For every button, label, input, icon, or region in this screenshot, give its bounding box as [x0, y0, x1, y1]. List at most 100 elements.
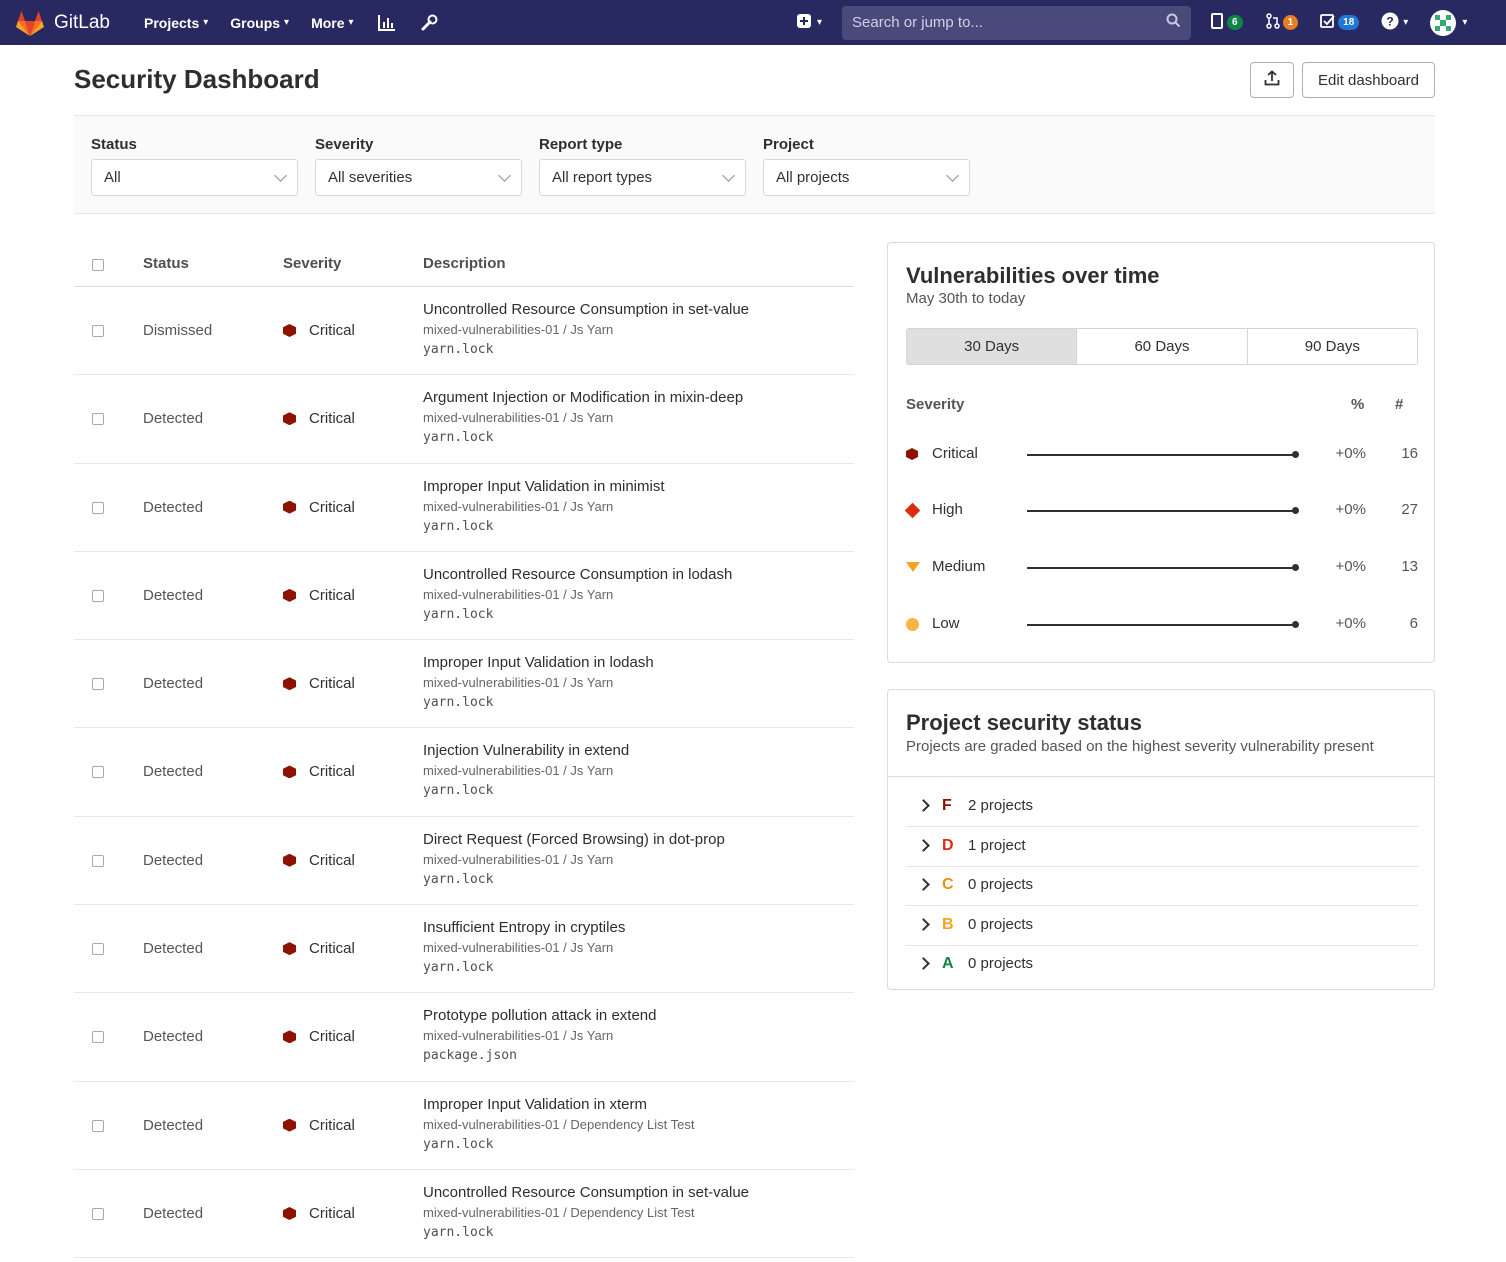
row-severity: Critical [283, 410, 355, 427]
row-checkbox[interactable] [92, 413, 104, 426]
row-severity-label: Critical [309, 851, 355, 869]
search-input[interactable]: Search or jump to... [842, 5, 1192, 40]
table-body: Dismissed Critical Uncontrolled Resource… [74, 287, 854, 1259]
row-title-link[interactable]: Direct Request (Forced Browsing) in dot-… [423, 830, 725, 849]
critical-hexagon-icon [283, 853, 296, 867]
nav-right: ▾ Search or jump to... 6 1 18 ? ▾ ▾ [796, 0, 1467, 45]
chevron-down-icon [498, 168, 511, 182]
table-row[interactable]: Detected Critical Direct Request (Forced… [74, 817, 854, 906]
table-row[interactable]: Detected Critical Prototype pollution at… [74, 993, 854, 1082]
project-security-status-card: Project security status Projects are gra… [887, 689, 1435, 990]
row-checkbox[interactable] [92, 1207, 104, 1220]
table-row[interactable]: Detected Critical Uncontrolled Resource … [74, 1170, 854, 1259]
divider [888, 776, 1434, 777]
nav-groups-dropdown[interactable]: Groups ▾ [230, 15, 289, 31]
table-row[interactable]: Detected Critical Injection Vulnerabilit… [74, 728, 854, 817]
row-title-link[interactable]: Uncontrolled Resource Consumption in set… [423, 300, 749, 319]
grade-row[interactable]: D 1 project [906, 827, 1418, 867]
grade-project-count: 0 projects [968, 955, 1034, 972]
edit-dashboard-button[interactable]: Edit dashboard [1302, 62, 1435, 98]
sparkline-end-dot [1292, 507, 1299, 514]
critical-hexagon-icon [283, 412, 296, 426]
severity-filter-select[interactable]: All severities [315, 159, 522, 196]
row-title-link[interactable]: Improper Input Validation in minimist [423, 477, 665, 496]
row-file: yarn.lock [423, 783, 494, 799]
table-row[interactable]: Dismissed Critical Uncontrolled Resource… [74, 287, 854, 376]
table-row[interactable]: Detected Critical Improper Input Validat… [74, 464, 854, 552]
todos-counter[interactable]: 18 [1320, 13, 1360, 33]
row-severity-label: Critical [309, 498, 355, 516]
svg-text:?: ? [1387, 14, 1394, 28]
row-checkbox[interactable] [92, 325, 104, 337]
row-project: mixed-vulnerabilities-01 / Dependency Li… [423, 1204, 695, 1220]
row-title-link[interactable]: Improper Input Validation in lodash [423, 653, 654, 672]
new-item-dropdown[interactable]: ▾ [796, 13, 822, 33]
row-description: Improper Input Validation in xterm mixed… [423, 1095, 694, 1153]
row-status: Detected [143, 1028, 204, 1046]
row-description: Uncontrolled Resource Consumption in set… [423, 1183, 749, 1241]
row-project: mixed-vulnerabilities-01 / Dependency Li… [423, 1116, 695, 1132]
row-severity: Critical [283, 763, 355, 780]
chart-icon[interactable] [376, 12, 398, 34]
row-checkbox[interactable] [92, 854, 104, 867]
grade-row[interactable]: F 2 projects [906, 787, 1418, 827]
help-dropdown[interactable]: ? ▾ [1381, 12, 1408, 34]
issues-counter[interactable]: 6 [1211, 12, 1243, 33]
export-button[interactable] [1250, 62, 1294, 98]
user-menu-dropdown[interactable]: ▾ [1430, 9, 1467, 36]
help-icon: ? [1381, 12, 1399, 34]
row-title-link[interactable]: Insufficient Entropy in cryptiles [423, 918, 625, 937]
merge-requests-badge: 1 [1282, 15, 1299, 30]
row-title-link[interactable]: Argument Injection or Modification in mi… [423, 388, 743, 407]
row-title-link[interactable]: Injection Vulnerability in extend [423, 741, 629, 760]
wrench-icon[interactable] [418, 12, 440, 34]
range-30-days-button[interactable]: 30 Days [907, 329, 1078, 364]
row-checkbox[interactable] [92, 678, 104, 691]
row-title-link[interactable]: Uncontrolled Resource Consumption in lod… [423, 565, 732, 584]
merge-request-icon [1265, 12, 1281, 33]
merge-requests-counter[interactable]: 1 [1265, 12, 1299, 33]
table-row[interactable]: Detected Critical Improper Input Validat… [74, 1082, 854, 1170]
critical-hexagon-icon [283, 1206, 296, 1220]
row-checkbox[interactable] [92, 1119, 104, 1132]
row-checkbox[interactable] [92, 501, 104, 514]
status-filter-select[interactable]: All [91, 159, 298, 196]
nav-projects-dropdown[interactable]: Projects ▾ [144, 15, 208, 31]
sparkline [1027, 510, 1295, 512]
row-file: yarn.lock [423, 342, 494, 357]
table-row[interactable]: Detected Critical Argument Injection or … [74, 375, 854, 464]
row-checkbox[interactable] [92, 943, 104, 956]
select-all-checkbox[interactable] [92, 259, 104, 271]
severity-filter-label: Severity [315, 136, 374, 153]
vot-row-name: High [932, 501, 963, 518]
row-checkbox[interactable] [92, 766, 104, 779]
gitlab-home-link[interactable]: GitLab [15, 10, 110, 36]
table-header: Status Severity Description [74, 242, 854, 287]
row-description: Insufficient Entropy in cryptiles mixed-… [423, 918, 625, 976]
critical-hexagon-icon [283, 1030, 296, 1044]
row-checkbox[interactable] [92, 589, 104, 602]
row-title-link[interactable]: Improper Input Validation in xterm [423, 1095, 694, 1114]
row-file: yarn.lock [423, 1136, 494, 1152]
range-90-days-button[interactable]: 90 Days [1248, 329, 1417, 364]
grade-row[interactable]: C 0 projects [906, 866, 1418, 906]
row-description: Prototype pollution attack in extend mix… [423, 1006, 656, 1064]
project-filter-select[interactable]: All projects [763, 159, 970, 196]
grade-row[interactable]: A 0 projects [906, 945, 1418, 985]
report-type-filter-select[interactable]: All report types [539, 159, 746, 196]
nav-more-dropdown[interactable]: More ▾ [311, 15, 353, 31]
top-navbar: GitLab Projects ▾ Groups ▾ More ▾ ▾ Sear… [0, 0, 1506, 45]
table-row[interactable]: Detected Critical Uncontrolled Resource … [74, 552, 854, 641]
row-title-link[interactable]: Prototype pollution attack in extend [423, 1006, 656, 1025]
vot-row-critical: Critical +0% 16 [888, 443, 1436, 467]
row-title-link[interactable]: Uncontrolled Resource Consumption in set… [423, 1183, 749, 1202]
row-status: Detected [143, 675, 204, 693]
range-60-days-button[interactable]: 60 Days [1077, 329, 1248, 364]
grade-row[interactable]: B 0 projects [906, 906, 1418, 946]
low-circle-icon [906, 618, 919, 631]
critical-hexagon-icon [906, 448, 918, 460]
row-checkbox[interactable] [92, 1031, 104, 1044]
table-row[interactable]: Detected Critical Improper Input Validat… [74, 640, 854, 729]
critical-hexagon-icon [283, 1118, 296, 1132]
table-row[interactable]: Detected Critical Insufficient Entropy i… [74, 905, 854, 994]
